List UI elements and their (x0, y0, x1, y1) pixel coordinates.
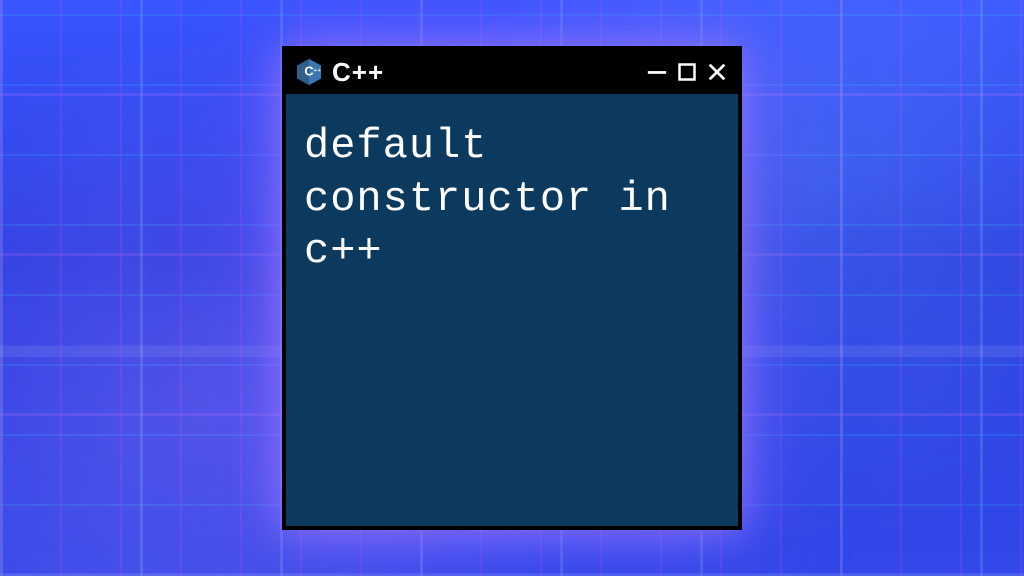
terminal-content: default constructor in c++ (286, 94, 738, 526)
window-title: C++ (332, 57, 638, 88)
terminal-window: C + + C++ default constructor in c++ (282, 46, 742, 530)
titlebar[interactable]: C + + C++ (286, 50, 738, 94)
window-controls (646, 61, 728, 83)
cpp-logo-icon: C + + (294, 57, 324, 87)
maximize-icon[interactable] (676, 61, 698, 83)
svg-text:C: C (304, 64, 313, 79)
close-icon[interactable] (706, 61, 728, 83)
minimize-icon[interactable] (646, 61, 668, 83)
